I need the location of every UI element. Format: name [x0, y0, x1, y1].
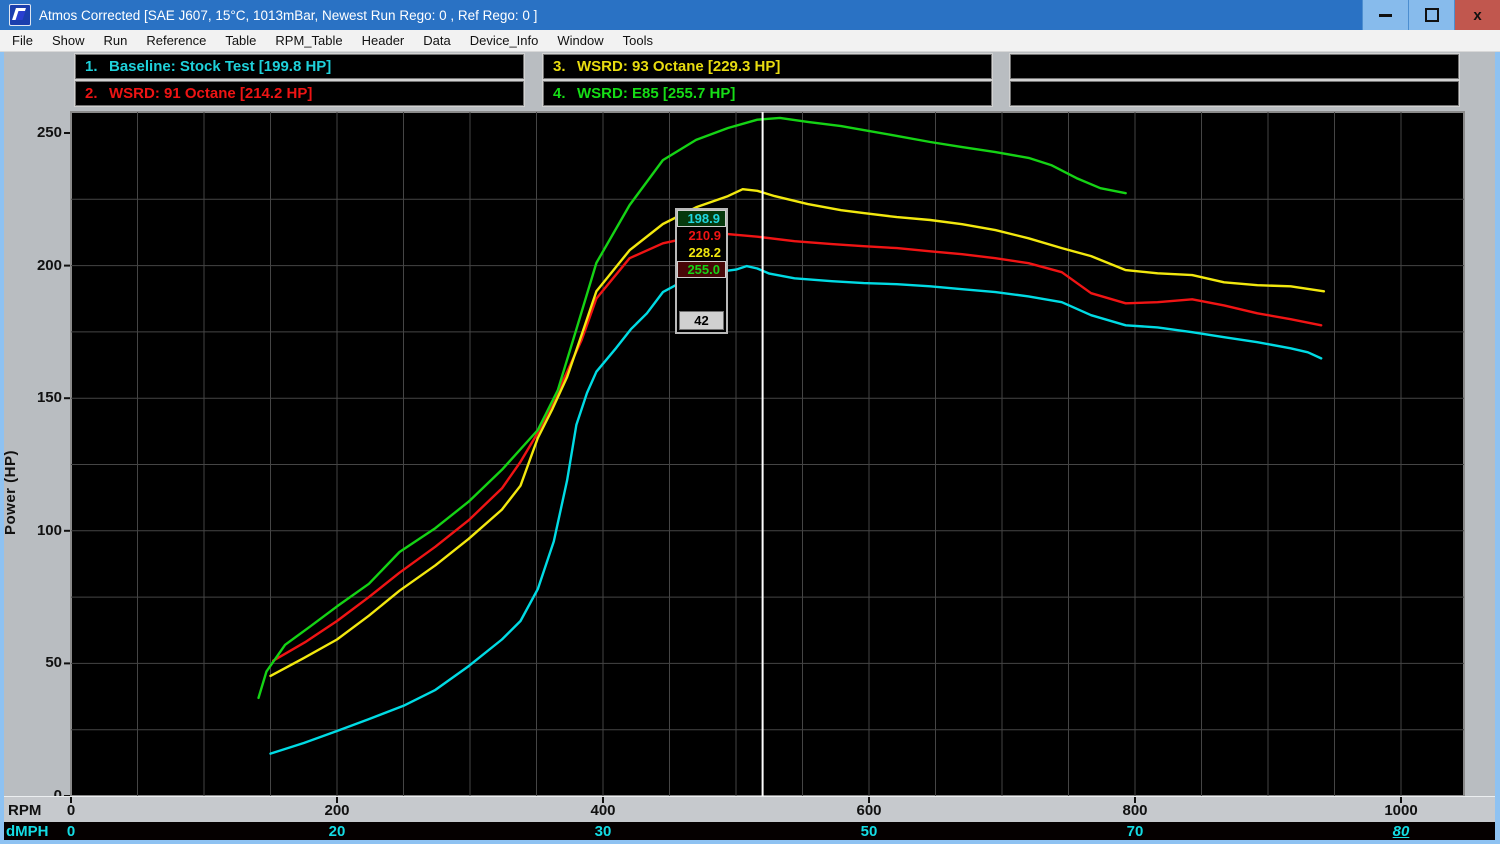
window-controls: x	[1362, 0, 1500, 30]
legend-run-4[interactable]: 4.WSRD: E85 [255.7 HP]	[543, 81, 992, 106]
dmph-axis-label: dMPH	[6, 823, 49, 840]
legend-run-number: 2.	[85, 85, 109, 102]
menu-show[interactable]: Show	[52, 33, 85, 48]
dyno-plot	[0, 52, 1500, 844]
menu-reference[interactable]: Reference	[146, 33, 206, 48]
rpm-axis-label: RPM	[8, 802, 41, 819]
app-icon	[9, 4, 31, 26]
cursor-value-run-3: 228.2	[677, 244, 726, 261]
dyno-app-window: Atmos Corrected [SAE J607, 15°C, 1013mBa…	[0, 0, 1500, 844]
dmph-tick-label: 50	[861, 823, 878, 840]
close-button[interactable]: x	[1454, 0, 1500, 30]
menu-tools[interactable]: Tools	[623, 33, 653, 48]
cursor-value-run-2: 210.9	[677, 227, 726, 244]
legend-run-3[interactable]: 3.WSRD: 93 Octane [229.3 HP]	[543, 54, 992, 79]
legend-run-number: 3.	[553, 58, 577, 75]
y-tick-label: 200	[22, 257, 62, 274]
legend-run-2[interactable]: 2.WSRD: 91 Octane [214.2 HP]	[75, 81, 524, 106]
menu-table[interactable]: Table	[225, 33, 256, 48]
y-tick-label: 250	[22, 124, 62, 141]
minimize-icon	[1379, 14, 1392, 17]
menu-rpm_table[interactable]: RPM_Table	[275, 33, 342, 48]
window-border-right	[1495, 52, 1500, 844]
legend-run-1[interactable]: 1.Baseline: Stock Test [199.8 HP]	[75, 54, 524, 79]
cursor-readout-box[interactable]: 198.9210.9228.2255.0 42	[675, 208, 728, 334]
legend-slot-empty[interactable]	[1010, 81, 1459, 106]
window-border-bottom	[0, 840, 1500, 844]
rpm-tick-label: 0	[67, 802, 75, 819]
dmph-tick-label: 70	[1127, 823, 1144, 840]
rpm-tick-label: 200	[324, 802, 349, 819]
y-axis-title: Power (HP)	[2, 392, 22, 592]
close-icon: x	[1473, 8, 1481, 23]
menu-device_info[interactable]: Device_Info	[470, 33, 539, 48]
chart-area: Power (HP) 0 50 100 150 200 250 RPM 0 200 400 60…	[0, 52, 1500, 844]
menu-data[interactable]: Data	[423, 33, 450, 48]
maximize-button[interactable]	[1408, 0, 1454, 30]
dmph-tick-label: 30	[595, 823, 612, 840]
legend-run-label: WSRD: 93 Octane [229.3 HP]	[577, 58, 780, 75]
menu-file[interactable]: File	[12, 33, 33, 48]
rpm-tick-label: 800	[1122, 802, 1147, 819]
menu-window[interactable]: Window	[557, 33, 603, 48]
dmph-tick-label: 0	[67, 823, 75, 840]
cursor-value-run-1: 198.9	[677, 210, 726, 227]
title-bar: Atmos Corrected [SAE J607, 15°C, 1013mBa…	[0, 0, 1500, 30]
cursor-box-spacer	[677, 278, 726, 309]
cursor-value-run-4: 255.0	[677, 261, 726, 278]
menu-run[interactable]: Run	[103, 33, 127, 48]
plot-background	[71, 112, 1464, 796]
legend-run-number: 1.	[85, 58, 109, 75]
rpm-tick-label: 1000	[1384, 802, 1417, 819]
y-tick-label: 100	[22, 522, 62, 539]
window-border-left	[0, 52, 4, 844]
dmph-tick-label: 20	[329, 823, 346, 840]
y-tick-label: 50	[22, 654, 62, 671]
dmph-axis-strip: dMPH 0 20 30 50 70 80	[0, 822, 1497, 842]
minimize-button[interactable]	[1362, 0, 1408, 30]
legend-run-label: WSRD: E85 [255.7 HP]	[577, 85, 735, 102]
rpm-tick-label: 400	[590, 802, 615, 819]
legend-run-label: WSRD: 91 Octane [214.2 HP]	[109, 85, 312, 102]
maximize-icon	[1425, 8, 1439, 22]
window-title: Atmos Corrected [SAE J607, 15°C, 1013mBa…	[39, 8, 537, 23]
legend-run-label: Baseline: Stock Test [199.8 HP]	[109, 58, 331, 75]
y-tick-label: 150	[22, 389, 62, 406]
legend-slot-empty[interactable]	[1010, 54, 1459, 79]
legend-run-number: 4.	[553, 85, 577, 102]
rpm-axis-strip: RPM 0 200 400 600 800 1000	[0, 796, 1500, 823]
menu-bar: File Show Run Reference Table RPM_Table Header…	[0, 30, 1500, 52]
menu-header[interactable]: Header	[362, 33, 405, 48]
cursor-sample-index: 42	[679, 311, 724, 330]
rpm-tick-label: 600	[856, 802, 881, 819]
dmph-tick-label[interactable]: 80	[1393, 823, 1410, 840]
